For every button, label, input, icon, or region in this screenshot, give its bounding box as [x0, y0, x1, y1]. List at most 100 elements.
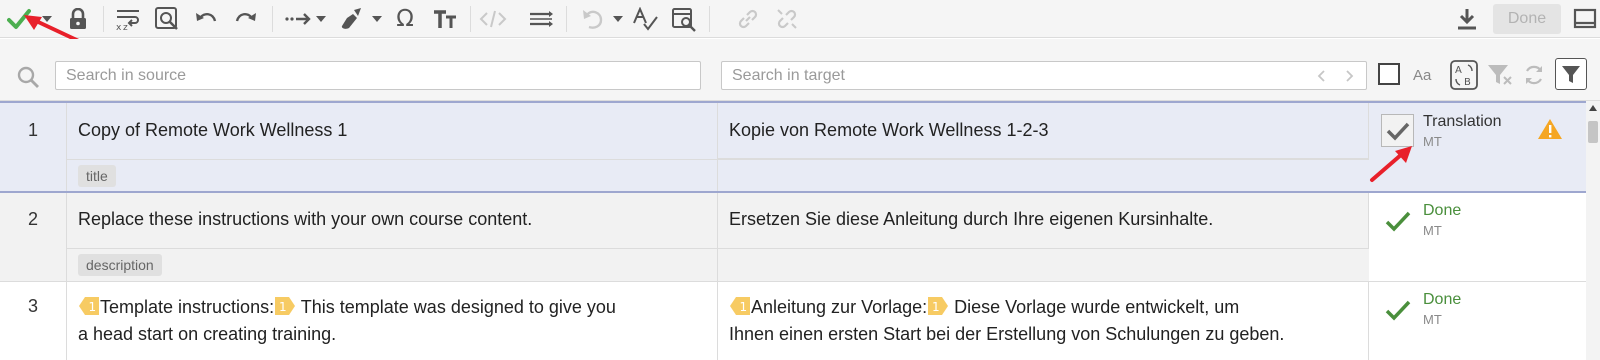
unlink-icon — [775, 7, 799, 31]
download-button[interactable] — [1452, 4, 1482, 34]
find-replace-button[interactable] — [152, 4, 182, 34]
previous-match-icon[interactable] — [1316, 69, 1326, 83]
svg-text:1: 1 — [279, 300, 287, 314]
match-case-toggle[interactable]: Aa — [1413, 67, 1431, 84]
spell-check-icon — [632, 7, 658, 31]
text-size-icon — [432, 8, 458, 30]
context-tag: description — [78, 254, 162, 276]
search-bar: Aa AB — [0, 39, 1600, 101]
clear-format-dropdown[interactable] — [372, 14, 382, 24]
chevron-down-icon — [372, 16, 382, 22]
special-characters-button[interactable]: Ω — [390, 4, 420, 34]
tag-open-marker[interactable]: 1 — [78, 296, 100, 316]
revert-button[interactable] — [578, 4, 608, 34]
scrollbar-thumb[interactable] — [1588, 121, 1598, 143]
annotation-arrow-icon — [1370, 146, 1412, 182]
status-cell: Done MT — [1369, 193, 1586, 281]
line-spacing-button[interactable] — [526, 4, 556, 34]
tag-close-marker[interactable]: 1 — [274, 296, 296, 316]
target-text[interactable]: Kopie von Remote Work Wellness 1-2-3 — [729, 117, 1048, 144]
revert-icon — [581, 7, 605, 31]
chevron-down-icon — [316, 16, 326, 22]
target-text[interactable]: 1 Anleitung zur Vorlage: 1 Diese Vorlage w… — [729, 294, 1359, 348]
status-label: Done — [1423, 291, 1462, 308]
unlink-button[interactable] — [772, 4, 802, 34]
insert-tags-button[interactable] — [284, 4, 314, 34]
svg-text:x: x — [116, 23, 122, 31]
filter-icon — [1561, 64, 1581, 84]
checkmark-icon — [1386, 121, 1410, 141]
omega-icon: Ω — [396, 5, 414, 32]
source-cell: Replace these instructions with your own… — [67, 193, 718, 281]
warning-icon[interactable] — [1537, 118, 1563, 140]
scroll-up-icon[interactable] — [1589, 105, 1597, 111]
tag-open-marker[interactable]: 1 — [729, 296, 751, 316]
svg-text:A: A — [1455, 65, 1462, 76]
spell-check-button[interactable] — [630, 4, 660, 34]
clear-format-button[interactable] — [337, 4, 367, 34]
source-search-input[interactable] — [55, 61, 701, 90]
svg-text:1: 1 — [89, 300, 97, 314]
redo-button[interactable] — [231, 4, 261, 34]
target-search-input[interactable] — [721, 61, 1367, 90]
insert-tags-icon — [285, 9, 313, 29]
toolbar-divider — [709, 6, 710, 32]
source-target-toggle-icon[interactable]: AB — [1450, 60, 1478, 90]
refresh-icon[interactable] — [1522, 63, 1546, 87]
undo-icon — [194, 9, 218, 29]
segment-number: 1 — [0, 103, 67, 191]
confirm-segment-checkbox[interactable] — [1381, 114, 1414, 147]
word-wrap-button[interactable]: xz — [113, 4, 143, 34]
checkmark-icon — [1385, 210, 1411, 232]
status-label: Done — [1423, 202, 1462, 219]
clear-format-icon — [339, 6, 365, 32]
show-code-button[interactable] — [478, 4, 508, 34]
undo-button[interactable] — [191, 4, 221, 34]
origin-label: MT — [1423, 312, 1442, 327]
insert-tags-dropdown[interactable] — [316, 14, 326, 24]
source-text-line: a head start on creating training. — [78, 324, 337, 344]
segment-grid: 1 Copy of Remote Work Wellness 1 Kopie v… — [0, 101, 1586, 360]
segment-row[interactable]: 3 1 Template instructions: 1 This template… — [0, 282, 1586, 360]
done-button[interactable]: Done — [1493, 4, 1561, 34]
text-size-button[interactable] — [430, 4, 460, 34]
origin-label: MT — [1423, 223, 1442, 238]
row-divider — [67, 159, 1369, 160]
source-text: Copy of Remote Work Wellness 1 — [78, 120, 348, 140]
source-text: Replace these instructions with your own… — [78, 209, 533, 229]
source-text-part: This template was designed to give you — [300, 297, 616, 317]
find-replace-icon — [154, 6, 180, 32]
select-all-checkbox[interactable] — [1378, 63, 1400, 85]
target-text-part: Diese Vorlage wurde entwickelt, um — [954, 297, 1240, 317]
code-tags-icon — [479, 8, 507, 30]
clear-filter-icon[interactable] — [1487, 63, 1513, 87]
tag-close-marker[interactable]: 1 — [927, 296, 949, 316]
target-text-line: Ihnen einen ersten Start bei der Erstell… — [729, 324, 1285, 344]
source-text-part: Template instructions: — [100, 297, 275, 317]
filter-button[interactable] — [1555, 58, 1587, 90]
word-wrap-icon: xz — [115, 7, 141, 31]
qa-check-button[interactable] — [669, 4, 699, 34]
line-spacing-icon — [528, 8, 554, 30]
target-cell[interactable]: Kopie von Remote Work Wellness 1-2-3 — [718, 103, 1369, 159]
qa-check-icon — [671, 6, 697, 32]
segment-row[interactable]: 2 Replace these instructions with your o… — [0, 193, 1586, 282]
svg-text:1: 1 — [740, 300, 748, 314]
svg-text:z: z — [123, 23, 128, 31]
chevron-down-icon — [613, 16, 623, 22]
vertical-scrollbar[interactable] — [1586, 101, 1600, 360]
segment-row[interactable]: 1 Copy of Remote Work Wellness 1 Kopie v… — [0, 101, 1586, 193]
toolbar-divider — [470, 6, 471, 32]
checkmark-icon — [1385, 299, 1411, 321]
download-icon — [1456, 7, 1478, 31]
target-text[interactable]: Ersetzen Sie diese Anleitung durch Ihre … — [729, 206, 1213, 233]
next-match-icon[interactable] — [1345, 69, 1355, 83]
search-icon — [16, 65, 40, 89]
target-cell[interactable]: Ersetzen Sie diese Anleitung durch Ihre … — [718, 193, 1369, 248]
toggle-layout-button[interactable] — [1570, 4, 1600, 34]
link-button[interactable] — [733, 4, 763, 34]
target-text-part: Anleitung zur Vorlage: — [751, 297, 928, 317]
revert-dropdown[interactable] — [613, 14, 623, 24]
status-label: Translation — [1423, 113, 1502, 130]
target-cell[interactable]: 1 Anleitung zur Vorlage: 1 Diese Vorlage w… — [718, 282, 1369, 360]
